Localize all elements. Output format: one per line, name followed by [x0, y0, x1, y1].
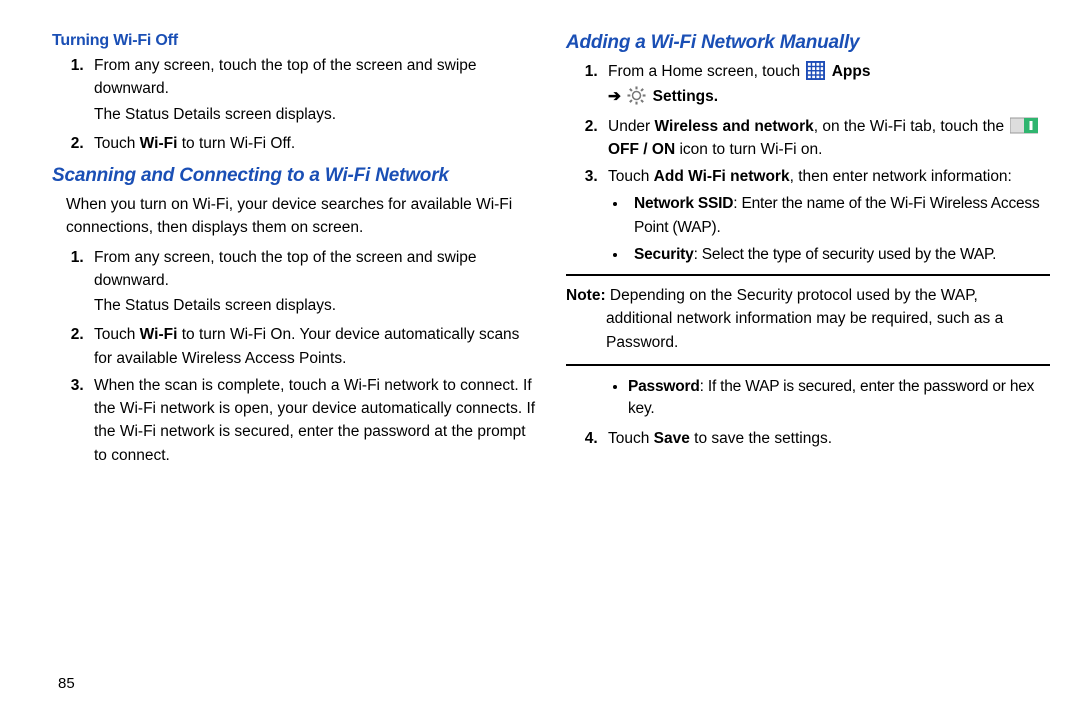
bullet: Security: Select the type of security us…	[628, 243, 1050, 266]
t: : Select the type of security used by th…	[694, 246, 997, 263]
step: Touch Add Wi-Fi network, then enter netw…	[602, 165, 1050, 266]
step-sub: The Status Details screen displays.	[94, 103, 536, 126]
t: Add Wi-Fi network	[654, 168, 790, 185]
toggle-off-on-icon	[1010, 116, 1038, 135]
step: When the scan is complete, touch a Wi-Fi…	[88, 374, 536, 467]
info-bullets-2: Password: If the WAP is secured, enter t…	[566, 376, 1050, 421]
step-text: When the scan is complete, touch a Wi-Fi…	[94, 377, 535, 464]
step-text-pre: Touch	[94, 326, 140, 343]
heading-scanning-connecting: Scanning and Connecting to a Wi-Fi Netwo…	[52, 165, 536, 187]
t: icon to turn Wi-Fi on.	[675, 141, 822, 158]
note-block: Note: Depending on the Security protocol…	[566, 274, 1050, 366]
wifi-bold: Wi-Fi	[140, 326, 178, 343]
step: From any screen, touch the top of the sc…	[88, 54, 536, 126]
t: Password	[628, 378, 700, 395]
step: Touch Wi-Fi to turn Wi-Fi Off.	[88, 132, 536, 155]
settings-label: Settings.	[653, 88, 718, 105]
steps-adding: From a Home screen, touch Apps ➔	[566, 60, 1050, 266]
t: Network SSID	[634, 195, 733, 212]
apps-grid-icon	[806, 61, 825, 80]
manual-page: Turning Wi-Fi Off From any screen, touch…	[0, 0, 1080, 720]
wifi-bold: Wi-Fi	[140, 135, 178, 152]
step-sub: ➔	[608, 85, 1050, 108]
steps-adding-cont: Touch Save to save the settings.	[566, 427, 1050, 450]
t: , then enter network information:	[790, 168, 1012, 185]
note-first-line: Depending on the Security protocol used …	[610, 287, 978, 304]
t: , on the Wi-Fi tab, touch the	[814, 118, 1009, 135]
heading-turning-wifi-off: Turning Wi-Fi Off	[52, 32, 536, 50]
bullet: Password: If the WAP is secured, enter t…	[628, 376, 1050, 421]
off-on-label: OFF / ON	[608, 141, 675, 158]
t: Touch	[608, 430, 654, 447]
t: Wireless and network	[655, 118, 814, 135]
steps-turning-off: From any screen, touch the top of the sc…	[52, 54, 536, 155]
t: Security	[634, 246, 694, 263]
step-text: From any screen, touch the top of the sc…	[94, 249, 477, 289]
t: to save the settings.	[690, 430, 832, 447]
step: From any screen, touch the top of the sc…	[88, 246, 536, 318]
step: Touch Save to save the settings.	[602, 427, 1050, 450]
settings-gear-icon	[627, 86, 646, 105]
heading-adding-manually: Adding a Wi-Fi Network Manually	[566, 32, 1050, 54]
info-bullets: Network SSID: Enter the name of the Wi-F…	[608, 192, 1050, 266]
step: Under Wireless and network, on the Wi-Fi…	[602, 115, 1050, 162]
note-label: Note:	[566, 287, 610, 304]
step: From a Home screen, touch Apps ➔	[602, 60, 1050, 109]
right-column: Adding a Wi-Fi Network Manually From a H…	[566, 32, 1050, 720]
t: Under	[608, 118, 655, 135]
bullet: Network SSID: Enter the name of the Wi-F…	[628, 192, 1050, 239]
steps-scanning: From any screen, touch the top of the sc…	[52, 246, 536, 467]
t: Save	[654, 430, 690, 447]
step-text-post: to turn Wi-Fi Off.	[177, 135, 295, 152]
intro-text: When you turn on Wi-Fi, your device sear…	[66, 193, 536, 240]
step-text-pre: From a Home screen, touch	[608, 63, 804, 80]
apps-label: Apps	[832, 63, 871, 80]
arrow: ➔	[608, 88, 625, 105]
note-body: additional network information may be re…	[566, 307, 1050, 354]
step-text: From any screen, touch the top of the sc…	[94, 57, 477, 97]
t: Touch	[608, 168, 654, 185]
left-column: Turning Wi-Fi Off From any screen, touch…	[52, 32, 536, 720]
page-number: 85	[58, 675, 75, 692]
step: Touch Wi-Fi to turn Wi-Fi On. Your devic…	[88, 323, 536, 370]
step-sub: The Status Details screen displays.	[94, 294, 536, 317]
step-text-pre: Touch	[94, 135, 140, 152]
